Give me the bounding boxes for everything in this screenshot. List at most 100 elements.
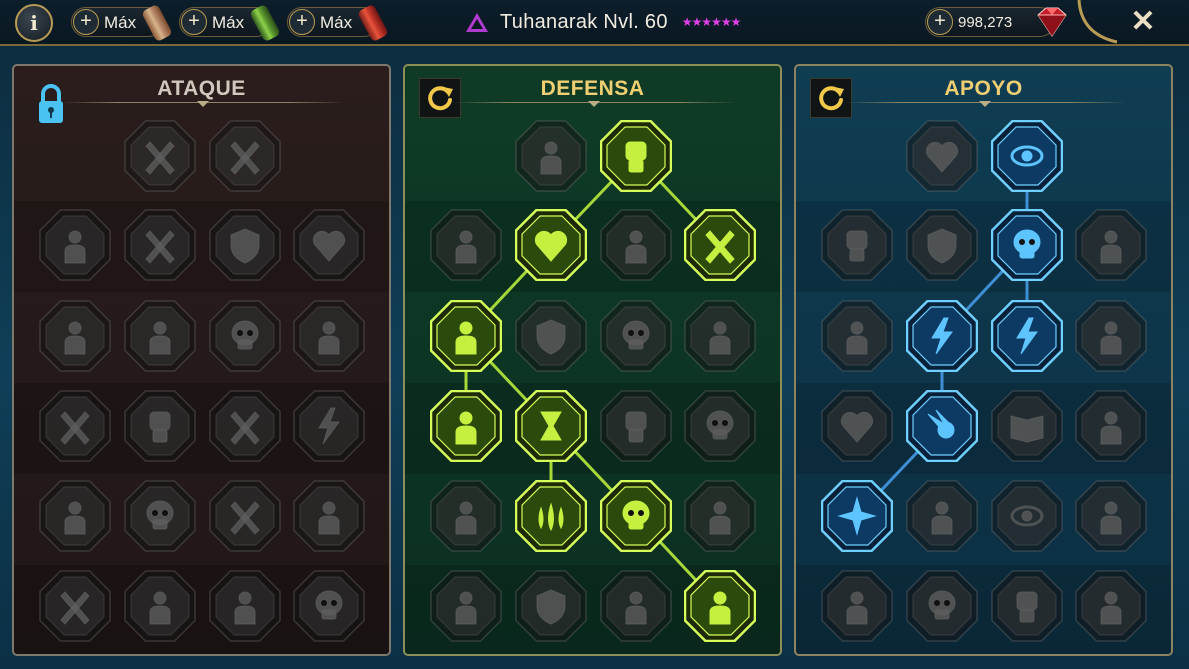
fanged-maw-node[interactable] — [124, 300, 196, 372]
falling-blades-node[interactable] — [209, 120, 281, 192]
skull-crest-node[interactable] — [293, 570, 365, 642]
chained-heart-node[interactable] — [821, 390, 893, 462]
sparkle-blade-node[interactable] — [39, 570, 111, 642]
raised-fist-node[interactable] — [600, 120, 672, 192]
skull-slash-node[interactable] — [209, 300, 281, 372]
resource-counter-1[interactable]: + Máx — [71, 3, 173, 43]
bald-head-node[interactable] — [684, 300, 756, 372]
falling-blades-icon — [209, 120, 281, 192]
claw-strike-node[interactable] — [293, 300, 365, 372]
plus-icon[interactable]: + — [181, 9, 207, 35]
flexing-figure-icon — [684, 570, 756, 642]
ghoul-node[interactable] — [430, 570, 502, 642]
boot-node[interactable] — [906, 480, 978, 552]
potion-node[interactable] — [821, 570, 893, 642]
broken-shield-node[interactable] — [515, 570, 587, 642]
dagger-heart-node[interactable] — [39, 390, 111, 462]
warriors-node[interactable] — [430, 300, 502, 372]
fist-bones-node[interactable] — [991, 570, 1063, 642]
resource-label: Máx — [212, 13, 245, 32]
skull-cloud-icon — [124, 480, 196, 552]
swirl-strike-icon — [684, 480, 756, 552]
axe-icon — [209, 390, 281, 462]
hood-icon — [430, 209, 502, 281]
shattered-wall-node[interactable] — [515, 120, 587, 192]
spiked-tower-node[interactable] — [39, 480, 111, 552]
axe-node[interactable] — [209, 390, 281, 462]
armored-chest-node[interactable] — [600, 209, 672, 281]
swirl-strike-node[interactable] — [684, 480, 756, 552]
arrow-lines-node[interactable] — [1075, 209, 1147, 281]
knight-helm-node[interactable] — [124, 570, 196, 642]
crossed-blades-node[interactable] — [684, 209, 756, 281]
blue-comet-node[interactable] — [906, 390, 978, 462]
sword-slash-node[interactable] — [124, 209, 196, 281]
dagger-heart-icon — [39, 390, 111, 462]
heart-anatomy-node[interactable] — [515, 209, 587, 281]
angry-face-node[interactable] — [1075, 390, 1147, 462]
fanged-maw-icon — [124, 300, 196, 372]
bull-skull-node[interactable] — [684, 390, 756, 462]
shattered-wall-icon — [515, 120, 587, 192]
ghoul-icon — [430, 570, 502, 642]
skull-orb-node[interactable] — [600, 300, 672, 372]
flaming-skull-node[interactable] — [991, 209, 1063, 281]
radiant-eye-node[interactable] — [991, 120, 1063, 192]
eye-node[interactable] — [991, 480, 1063, 552]
skull-cloud-node[interactable] — [124, 480, 196, 552]
eye-icon — [991, 480, 1063, 552]
fist-blade-node[interactable] — [124, 390, 196, 462]
heart-claw-node[interactable] — [293, 209, 365, 281]
top-bar: i + Máx + Máx + Máx Tuhanarak Nvl. 60 ★★… — [0, 0, 1189, 46]
blood-drops-node[interactable] — [515, 480, 587, 552]
plus-icon[interactable]: + — [927, 9, 953, 35]
lightning-shield-node[interactable] — [906, 300, 978, 372]
meditating-figure-node[interactable] — [821, 300, 893, 372]
eagle-head-node[interactable] — [1075, 570, 1147, 642]
beast-face-node[interactable] — [600, 570, 672, 642]
skull-sun-node[interactable] — [600, 480, 672, 552]
crossed-swords-node[interactable] — [124, 120, 196, 192]
info-button[interactable]: i — [15, 4, 53, 42]
shield-arch-node[interactable] — [906, 209, 978, 281]
brute-icon — [293, 480, 365, 552]
chain-lightning-node[interactable] — [293, 390, 365, 462]
boot-icon — [906, 480, 978, 552]
hero-name: Tuhanarak Nvl. 60 — [500, 10, 668, 33]
shield-pierce-node[interactable] — [209, 209, 281, 281]
skull-node[interactable] — [906, 570, 978, 642]
open-book-node[interactable] — [991, 390, 1063, 462]
praying-hands-node[interactable] — [821, 209, 893, 281]
hourglass-burst-icon — [515, 390, 587, 462]
flexing-figure-node[interactable] — [684, 570, 756, 642]
compass-star-node[interactable] — [821, 480, 893, 552]
open-hand-node[interactable] — [600, 390, 672, 462]
shield-banner-node[interactable] — [515, 300, 587, 372]
crossbones-node[interactable] — [1075, 480, 1147, 552]
hourglass-burst-node[interactable] — [515, 390, 587, 462]
open-hand-icon — [600, 390, 672, 462]
crowd-cheer-node[interactable] — [430, 390, 502, 462]
sword-ring-node[interactable] — [209, 480, 281, 552]
hooded-figure-node[interactable] — [1075, 300, 1147, 372]
chain-lightning-icon — [293, 390, 365, 462]
pouring-jug-node[interactable] — [39, 300, 111, 372]
scroll-red-icon — [357, 3, 389, 43]
flaming-skull-icon — [991, 209, 1063, 281]
resource-counter-3[interactable]: + Máx — [287, 3, 389, 43]
chain-lightning-node[interactable] — [991, 300, 1063, 372]
blood-drops-icon — [515, 480, 587, 552]
horned-warrior-node[interactable] — [39, 209, 111, 281]
plus-icon[interactable]: + — [289, 9, 315, 35]
running-figure-node[interactable] — [430, 480, 502, 552]
gems-value: 998,273 — [958, 14, 1013, 31]
demon-wings-node[interactable] — [209, 570, 281, 642]
hood-node[interactable] — [430, 209, 502, 281]
close-button[interactable]: ✕ — [1126, 5, 1160, 39]
horned-warrior-icon — [39, 209, 111, 281]
crossbones-icon — [1075, 480, 1147, 552]
brute-node[interactable] — [293, 480, 365, 552]
resource-counter-2[interactable]: + Máx — [179, 3, 281, 43]
heart-sparkles-node[interactable] — [906, 120, 978, 192]
plus-icon[interactable]: + — [73, 9, 99, 35]
